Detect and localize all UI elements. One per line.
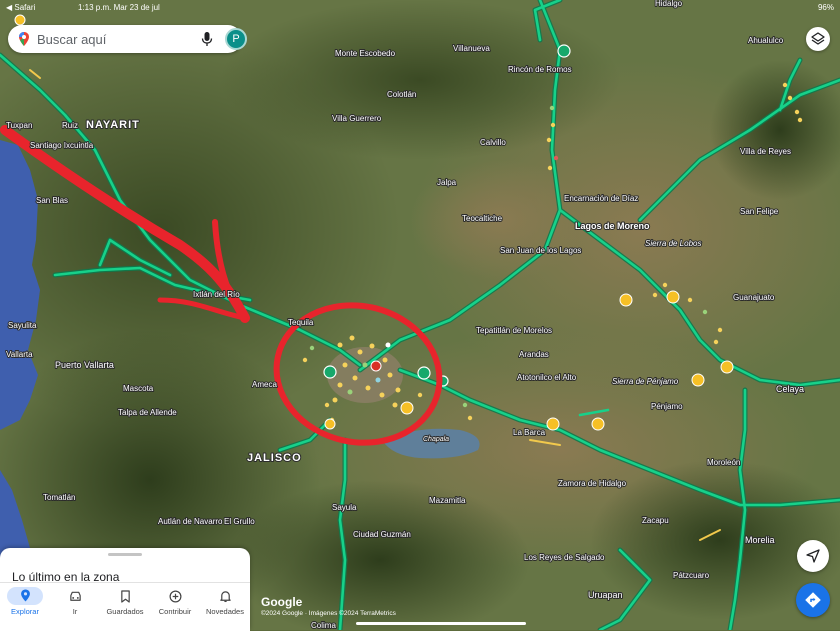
place-label: Zamora de Hidalgo	[558, 479, 627, 488]
place-label: Ciudad Guzmán	[353, 530, 411, 539]
place-label: Celaya	[776, 384, 804, 394]
place-label: Sayulita	[8, 321, 37, 330]
place-label: Autlán de Navarro	[158, 517, 223, 526]
maps-pin-icon	[19, 32, 29, 46]
place-label: La Barca	[513, 428, 546, 437]
place-label: Encarnación de Díaz	[564, 194, 638, 203]
search-input[interactable]: Buscar aquí	[37, 32, 106, 47]
place-label: San Felipe	[740, 207, 779, 216]
avatar[interactable]: P	[225, 28, 247, 50]
google-logo: Google	[261, 595, 303, 609]
place-label: Teocaltiche	[462, 214, 503, 223]
search-bar[interactable]: Buscar aquí P	[8, 25, 247, 53]
place-label: Chapala	[423, 436, 449, 443]
my-location-button[interactable]	[797, 540, 829, 572]
place-label: Pénjamo	[651, 402, 683, 411]
tab-label: Novedades	[206, 607, 244, 616]
place-label: Monte Escobedo	[335, 49, 396, 58]
tab-go[interactable]: Ir	[50, 587, 100, 616]
place-label: Guanajuato	[733, 293, 775, 302]
place-label: Colima	[311, 621, 336, 630]
bell-icon	[219, 591, 231, 603]
tab-updates[interactable]: Novedades	[200, 587, 250, 616]
directions-icon	[805, 592, 821, 608]
place-label: El Grullo	[224, 517, 255, 526]
place-label: Tequila	[288, 318, 314, 327]
map-attribution[interactable]: ©2024 Google · Imágenes ©2024 TerraMetri…	[261, 610, 396, 617]
navigation-arrow-icon	[806, 549, 820, 563]
layers-icon	[811, 32, 825, 45]
tab-label: Contribuir	[158, 607, 192, 616]
satellite-map[interactable]: NAYARIT JALISCO Hidalgo Ahualulco Monte …	[0, 0, 840, 630]
microphone-icon[interactable]	[201, 31, 213, 47]
place-label: Puerto Vallarta	[55, 360, 114, 370]
tab-contribute[interactable]: Contribuir	[150, 587, 200, 616]
tab-label: Explorar	[11, 607, 39, 616]
bottom-navigation: Explorar Ir Guardados Contribuir Novedad…	[0, 582, 250, 631]
place-label: Talpa de Allende	[118, 408, 177, 417]
tab-label: Guardados	[106, 607, 144, 616]
place-label: Santiago Ixcuintla	[30, 141, 94, 150]
place-label: Colotlán	[387, 90, 416, 99]
place-label: Rincón de Romos	[508, 65, 572, 74]
state-label: NAYARIT	[86, 119, 140, 131]
place-label: Villanueva	[453, 44, 490, 53]
tab-explore[interactable]: Explorar	[0, 587, 50, 616]
place-label: Ameca	[252, 380, 277, 389]
status-time: 1:13 p.m. Mar 23 de jul	[78, 3, 160, 12]
place-label: Villa Guerrero	[332, 114, 382, 123]
status-bar: ◀ Safari 1:13 p.m. Mar 23 de jul 96%	[0, 0, 840, 14]
add-circle-icon	[169, 590, 181, 603]
layers-button[interactable]	[806, 27, 830, 51]
place-label: Tuxpan	[6, 121, 32, 130]
location-pin-icon	[20, 589, 30, 602]
tab-saved[interactable]: Guardados	[100, 587, 150, 616]
place-label: Uruapan	[588, 590, 623, 600]
place-label: Ahualulco	[748, 36, 784, 45]
place-label: Ixtlán del Río	[193, 290, 240, 299]
directions-button[interactable]	[796, 583, 830, 617]
tab-label: Ir	[72, 607, 78, 616]
car-icon	[69, 591, 81, 601]
home-indicator	[356, 622, 526, 625]
place-label: Calvillo	[480, 138, 506, 147]
battery-indicator: 96%	[817, 3, 834, 12]
place-label: Sierra de Lobos	[645, 239, 701, 248]
place-label: Tomatlán	[43, 493, 75, 502]
place-label: Mazamitla	[429, 496, 466, 505]
place-label: San Blas	[36, 196, 68, 205]
place-label: Lagos de Moreno	[575, 221, 650, 231]
place-label: Atotonilco el Alto	[517, 373, 577, 382]
place-label: San Juan de los Lagos	[500, 246, 581, 255]
sheet-drag-handle[interactable]	[108, 553, 142, 556]
place-label: Villa de Reyes	[740, 147, 791, 156]
place-label: Morelia	[745, 535, 775, 545]
bookmark-icon	[120, 590, 130, 603]
place-label: Tepatitlán de Morelos	[476, 326, 552, 335]
place-label: Los Reyes de Salgado	[524, 553, 605, 562]
state-label: JALISCO	[247, 452, 302, 464]
place-label: Sierra de Pénjamo	[612, 377, 679, 386]
place-label: Mascota	[123, 384, 154, 393]
place-label: Arandas	[519, 350, 549, 359]
place-label: Pátzcuaro	[673, 571, 710, 580]
place-label: Vallarta	[6, 350, 33, 359]
place-label: Jalpa	[437, 178, 457, 187]
place-label: Moroleón	[707, 458, 740, 467]
place-label: Ruiz	[62, 121, 78, 130]
back-to-app-link[interactable]: ◀ Safari	[6, 3, 35, 12]
place-label: Zacapu	[642, 516, 669, 525]
place-label: Sayula	[332, 503, 357, 512]
